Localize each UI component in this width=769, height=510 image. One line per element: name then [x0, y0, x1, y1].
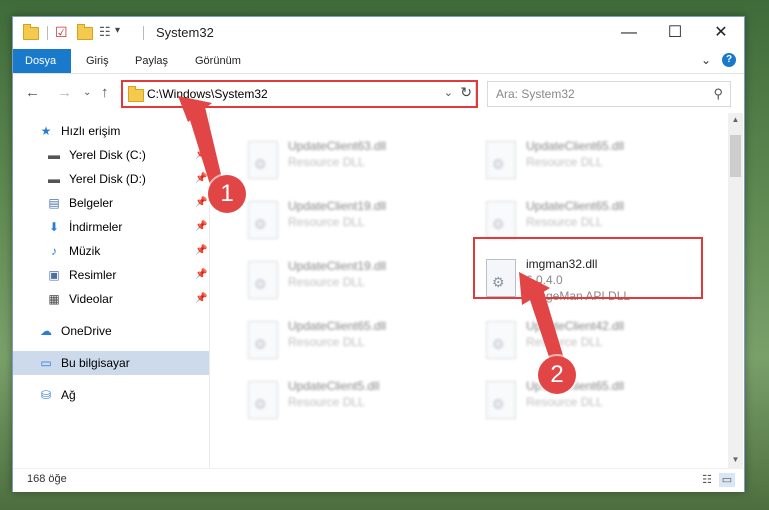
- step-1-badge: 1: [208, 175, 246, 213]
- annotation-arrows: [178, 96, 565, 366]
- step-2-badge: 2: [538, 356, 576, 394]
